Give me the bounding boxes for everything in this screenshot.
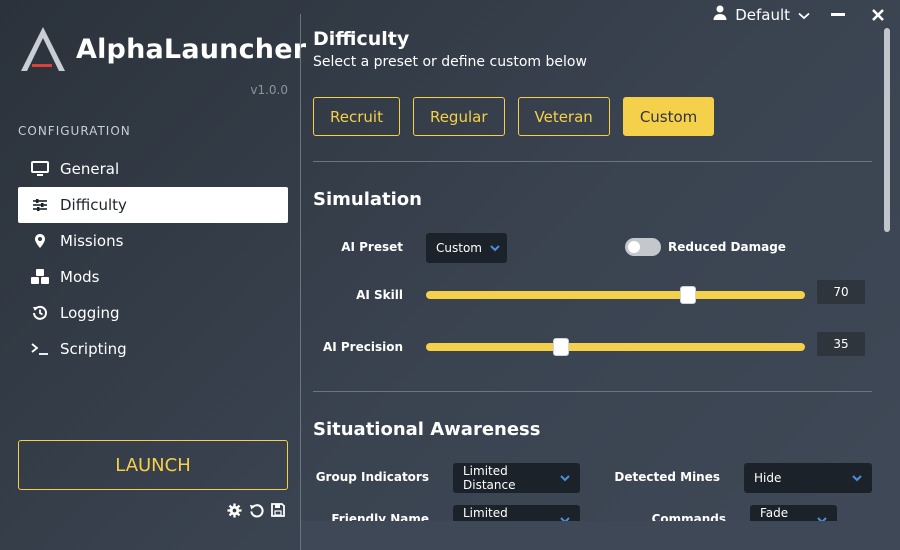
sidebar: AlphaLauncher v1.0.0 CONFIGURATION Gener… (0, 0, 306, 550)
close-button[interactable] (866, 4, 890, 26)
ai-skill-label: AI Skill (356, 288, 403, 302)
ai-precision-value[interactable]: 35 (817, 332, 865, 356)
sidebar-item-label: Difficulty (60, 196, 127, 214)
preset-regular-button[interactable]: Regular (412, 97, 505, 136)
sidebar-tools (226, 502, 286, 518)
terminal-icon (30, 340, 50, 358)
chevron-down-icon (490, 242, 500, 255)
ai-skill-slider[interactable] (426, 286, 805, 304)
ai-precision-slider[interactable] (426, 338, 805, 356)
section-heading-simulation: Simulation (313, 189, 422, 210)
ai-skill-value[interactable]: 70 (817, 280, 865, 304)
preset-buttons: Recruit Regular Veteran Custom (313, 97, 715, 136)
chevron-down-icon (852, 472, 862, 485)
chevron-down-icon (798, 6, 810, 24)
section-heading-awareness: Situational Awareness (313, 419, 541, 440)
sidebar-item-label: Scripting (60, 340, 127, 358)
app-logo (21, 27, 65, 71)
sidebar-item-label: Missions (60, 232, 124, 250)
page-subtitle: Select a preset or define custom below (313, 54, 587, 70)
divider (313, 391, 872, 392)
slider-thumb[interactable] (552, 338, 569, 356)
chevron-down-icon (560, 472, 570, 485)
preset-custom-button[interactable]: Custom (622, 97, 715, 136)
window-topbar: Default (713, 4, 890, 26)
group-indicators-value: Limited Distance (463, 464, 516, 492)
app-version: v1.0.0 (250, 83, 288, 97)
profile-name: Default (735, 6, 790, 24)
app-name: AlphaLauncher (76, 34, 307, 65)
slider-thumb[interactable] (679, 286, 696, 304)
launch-button[interactable]: LAUNCH (18, 440, 288, 490)
ai-preset-label: AI Preset (341, 240, 403, 254)
scrollbar-thumb[interactable] (884, 28, 890, 232)
main-panel: Difficulty Select a preset or define cus… (313, 28, 873, 540)
sidebar-nav: General Difficulty Missions Mods Logging (18, 151, 288, 367)
sidebar-item-logging[interactable]: Logging (18, 295, 288, 331)
detected-mines-value: Hide (754, 471, 782, 485)
content-clip-edge (301, 521, 900, 550)
preset-recruit-button[interactable]: Recruit (313, 97, 400, 136)
save-icon[interactable] (270, 502, 286, 518)
sidebar-item-general[interactable]: General (18, 151, 288, 187)
sliders-icon (30, 196, 50, 214)
group-indicators-label: Group Indicators (315, 470, 429, 484)
sidebar-item-mods[interactable]: Mods (18, 259, 288, 295)
detected-mines-select[interactable]: Hide (744, 463, 872, 493)
divider (313, 161, 872, 162)
undo-icon[interactable] (248, 502, 264, 518)
sidebar-item-difficulty[interactable]: Difficulty (18, 187, 288, 223)
preset-veteran-button[interactable]: Veteran (517, 97, 610, 136)
cubes-icon (30, 268, 50, 286)
sidebar-item-label: Mods (60, 268, 100, 286)
sidebar-item-missions[interactable]: Missions (18, 223, 288, 259)
minimize-button[interactable] (826, 4, 850, 26)
sidebar-item-scripting[interactable]: Scripting (18, 331, 288, 367)
sidebar-item-label: Logging (60, 304, 120, 322)
gear-icon[interactable] (226, 502, 242, 518)
monitor-icon (30, 160, 50, 178)
ai-precision-label: AI Precision (322, 340, 403, 354)
map-pin-icon (30, 232, 50, 250)
history-icon (30, 304, 50, 322)
sidebar-item-label: General (60, 160, 120, 178)
sidebar-section-label: CONFIGURATION (18, 124, 131, 138)
profile-selector[interactable]: Default (713, 5, 810, 25)
ai-preset-select[interactable]: Custom (426, 233, 507, 263)
page-title: Difficulty (313, 28, 410, 50)
sidebar-divider (300, 14, 301, 550)
group-indicators-select[interactable]: Limited Distance (453, 463, 580, 493)
user-icon (713, 5, 727, 25)
detected-mines-label: Detected Mines (614, 470, 720, 484)
reduced-damage-toggle[interactable] (625, 238, 661, 256)
reduced-damage-label: Reduced Damage (668, 240, 786, 254)
ai-preset-value: Custom (436, 241, 482, 255)
